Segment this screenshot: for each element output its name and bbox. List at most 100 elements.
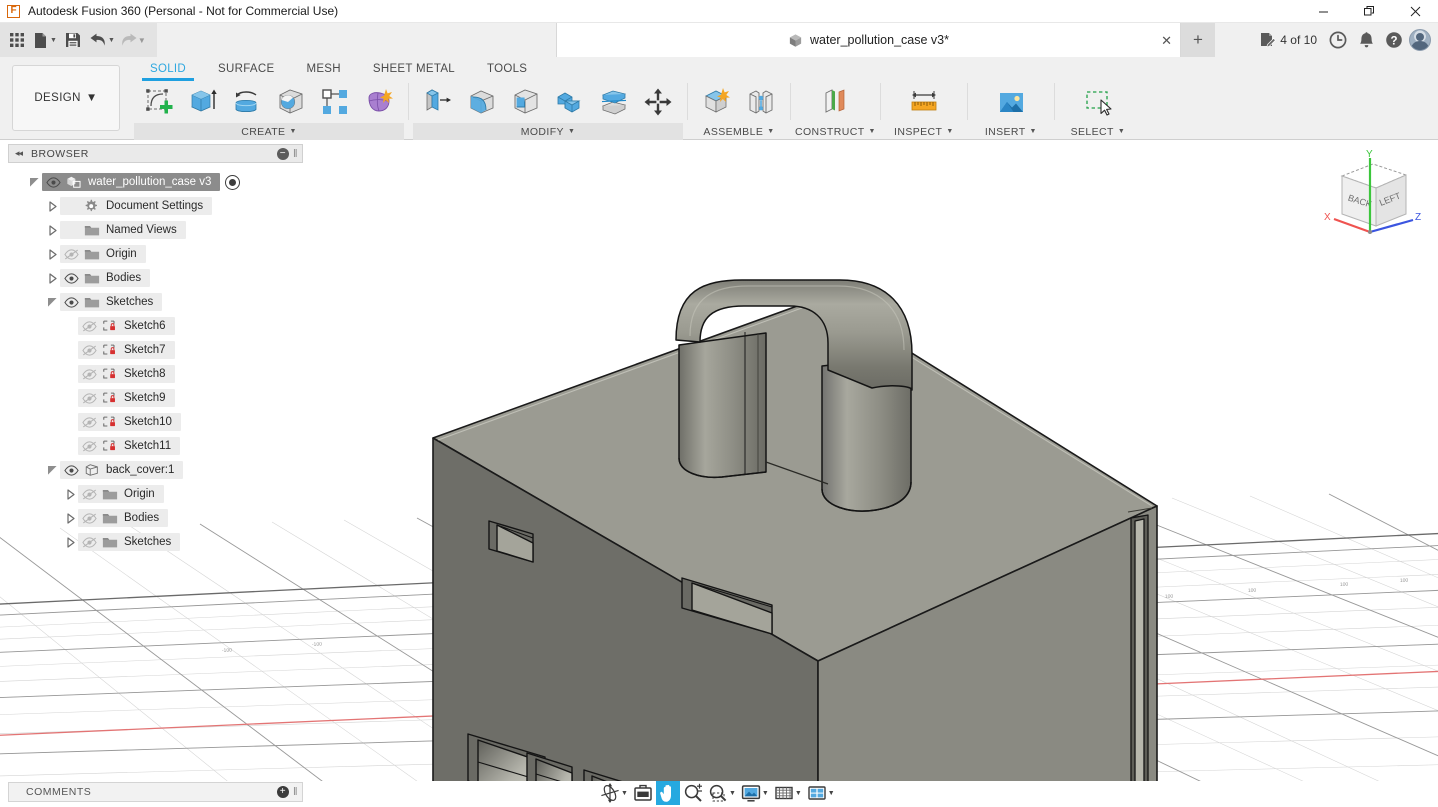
eye-hidden-icon[interactable] — [60, 242, 82, 266]
pan-icon[interactable] — [656, 781, 680, 805]
browser-node-chip[interactable]: Named Views — [60, 221, 186, 239]
browser-node-chip[interactable]: Bodies — [60, 269, 150, 287]
ribbon-group-inspect-label[interactable]: INSPECT▼ — [885, 123, 963, 140]
browser-node-bodies[interactable]: Bodies — [8, 266, 303, 290]
twisty-collapsed-icon[interactable] — [44, 194, 60, 218]
twisty-expanded-icon[interactable] — [44, 290, 60, 314]
browser-node-chip[interactable]: Sketch6 — [78, 317, 175, 335]
browser-node-chip[interactable]: Origin — [60, 245, 146, 263]
eye-visible-icon[interactable] — [60, 458, 82, 482]
browser-node-chip[interactable]: Sketch8 — [78, 365, 175, 383]
undo-icon[interactable]: ▼ — [86, 27, 118, 53]
browser-node-origin[interactable]: Origin — [8, 242, 303, 266]
tab-sheet-metal[interactable]: SHEET METAL — [357, 59, 471, 80]
shell-icon[interactable] — [505, 81, 547, 123]
ribbon-group-modify-label[interactable]: MODIFY▼ — [413, 123, 683, 140]
offset-plane-icon[interactable] — [814, 81, 856, 123]
twisty-collapsed-icon[interactable] — [44, 218, 60, 242]
document-tab-close-icon[interactable]: ✕ — [1161, 33, 1172, 49]
tab-surface[interactable]: SURFACE — [202, 59, 290, 80]
grid-snaps-icon[interactable]: ▼ — [772, 781, 804, 805]
press-pull-icon[interactable] — [417, 81, 459, 123]
document-tab[interactable]: water_pollution_case v3* ✕ — [556, 23, 1181, 57]
create-sketch-icon[interactable] — [138, 81, 180, 123]
select-window-icon[interactable] — [1077, 81, 1119, 123]
browser-node-sketches[interactable]: Sketches — [8, 530, 303, 554]
ribbon-group-assemble-label[interactable]: ASSEMBLE▼ — [692, 123, 786, 140]
minimize-button[interactable] — [1300, 0, 1346, 23]
eye-hidden-icon[interactable] — [78, 314, 100, 338]
view-cube[interactable]: BACK LEFT Y X Z — [1314, 144, 1432, 254]
grid-snaps-caret-icon[interactable]: ▼ — [795, 790, 802, 797]
browser-node-sketch8[interactable]: Sketch8 — [8, 362, 303, 386]
insert-canvas-icon[interactable] — [990, 81, 1032, 123]
job-status-button[interactable]: 4 of 10 — [1253, 32, 1323, 49]
eye-hidden-icon[interactable] — [78, 410, 100, 434]
measure-icon[interactable] — [903, 81, 945, 123]
browser-node-chip[interactable]: Sketch9 — [78, 389, 175, 407]
browser-node-chip[interactable]: Sketch7 — [78, 341, 175, 359]
tab-mesh[interactable]: MESH — [290, 59, 356, 80]
browser-node-chip[interactable]: water_pollution_case v3 — [42, 173, 220, 191]
twisty-collapsed-icon[interactable] — [44, 266, 60, 290]
twisty-expanded-icon[interactable] — [44, 458, 60, 482]
ribbon-group-create-label[interactable]: CREATE▼ — [134, 123, 404, 140]
ribbon-group-insert-label[interactable]: INSERT▼ — [972, 123, 1050, 140]
browser-node-water-pollution-case-v3[interactable]: water_pollution_case v3 — [8, 170, 303, 194]
browser-node-chip[interactable]: Sketches — [60, 293, 162, 311]
twisty-expanded-icon[interactable] — [26, 170, 42, 194]
new-file-caret-icon[interactable]: ▼ — [50, 37, 57, 44]
twisty-collapsed-icon[interactable] — [62, 530, 78, 554]
zoom-window-caret-icon[interactable]: ▼ — [729, 790, 736, 797]
browser-node-named-views[interactable]: Named Views — [8, 218, 303, 242]
zoom-window-icon[interactable]: ▼ — [706, 781, 738, 805]
tab-tools[interactable]: TOOLS — [471, 59, 543, 80]
browser-node-origin[interactable]: Origin — [8, 482, 303, 506]
new-component-icon[interactable] — [696, 81, 738, 123]
browser-node-chip[interactable]: Origin — [78, 485, 164, 503]
joint-icon[interactable] — [740, 81, 782, 123]
browser-node-chip[interactable]: back_cover:1 — [60, 461, 183, 479]
fillet-icon[interactable] — [461, 81, 503, 123]
ribbon-group-select-label[interactable]: SELECT▼ — [1059, 123, 1137, 140]
look-at-icon[interactable] — [631, 781, 655, 805]
split-face-icon[interactable] — [593, 81, 635, 123]
eye-hidden-icon[interactable] — [78, 338, 100, 362]
clock-icon[interactable] — [1325, 27, 1351, 53]
combine-icon[interactable] — [549, 81, 591, 123]
extrude-icon[interactable] — [182, 81, 224, 123]
move-copy-icon[interactable] — [637, 81, 679, 123]
orbit-caret-icon[interactable]: ▼ — [621, 790, 628, 797]
browser-node-chip[interactable]: Sketch10 — [78, 413, 181, 431]
browser-node-chip[interactable]: Document Settings — [60, 197, 212, 215]
browser-node-chip[interactable]: Sketch11 — [78, 437, 180, 455]
comments-add-icon[interactable]: + — [277, 786, 289, 798]
grid-menu-icon[interactable] — [4, 27, 30, 53]
browser-node-chip[interactable]: Bodies — [78, 509, 168, 527]
browser-node-document-settings[interactable]: Document Settings — [8, 194, 303, 218]
close-button[interactable] — [1392, 0, 1438, 23]
create-form-icon[interactable] — [358, 81, 400, 123]
sweep-icon[interactable] — [270, 81, 312, 123]
activate-component-radio[interactable] — [225, 175, 240, 190]
browser-minimize-icon[interactable]: − — [277, 148, 289, 160]
comments-gripper-icon[interactable]: ‖ — [293, 786, 298, 798]
twisty-collapsed-icon[interactable] — [62, 482, 78, 506]
save-icon[interactable] — [60, 27, 86, 53]
browser-node-bodies[interactable]: Bodies — [8, 506, 303, 530]
eye-visible-icon[interactable] — [60, 290, 82, 314]
twisty-collapsed-icon[interactable] — [44, 242, 60, 266]
browser-gripper-icon[interactable]: ‖ — [293, 148, 298, 160]
orbit-icon[interactable]: ▼ — [598, 781, 630, 805]
eye-visible-icon[interactable] — [60, 266, 82, 290]
maximize-button[interactable] — [1346, 0, 1392, 23]
revolve-icon[interactable] — [226, 81, 268, 123]
browser-node-sketch9[interactable]: Sketch9 — [8, 386, 303, 410]
rectangular-pattern-icon[interactable] — [314, 81, 356, 123]
ribbon-group-construct-label[interactable]: CONSTRUCT▼ — [795, 123, 876, 140]
eye-visible-icon[interactable] — [42, 170, 64, 194]
new-file-icon[interactable]: ▼ — [30, 27, 60, 53]
workspace-selector[interactable]: DESIGN ▼ — [12, 65, 120, 131]
bell-icon[interactable] — [1353, 27, 1379, 53]
new-document-tab-button[interactable]: + — [1181, 23, 1215, 57]
